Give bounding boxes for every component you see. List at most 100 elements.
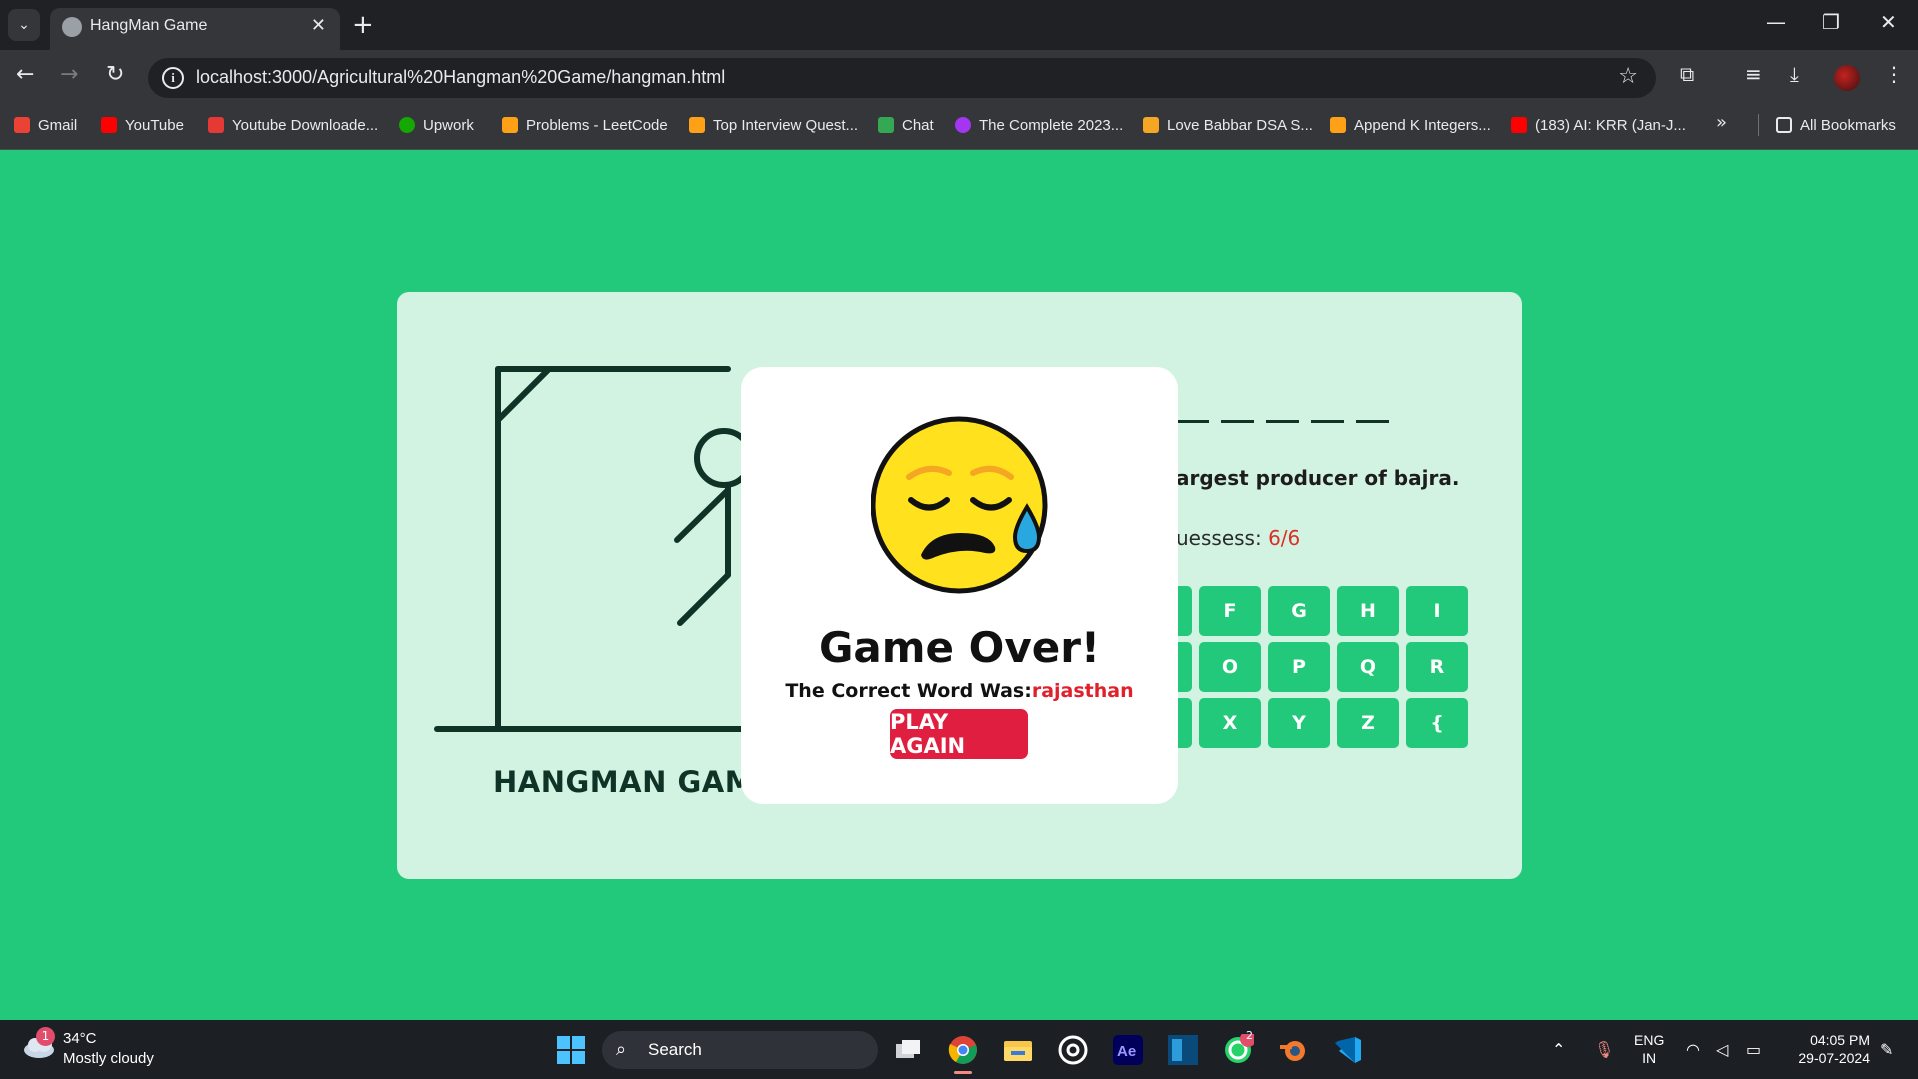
bookmark-leetcode-problems[interactable]: Problems - LeetCode (502, 114, 668, 136)
weather-badge: 1 (36, 1027, 55, 1046)
bookmark-complete-2023[interactable]: The Complete 2023... (955, 114, 1123, 136)
more-bookmarks-icon[interactable]: » (1716, 112, 1727, 133)
hangman-drawing (434, 366, 752, 732)
youtube-icon (101, 117, 117, 133)
input-language[interactable]: ENG IN (1634, 1031, 1664, 1067)
whatsapp-icon[interactable]: 2 (1220, 1029, 1256, 1068)
restore-button[interactable]: ❐ (1822, 10, 1840, 34)
incorrect-guesses: uessess: 6/6 (1176, 526, 1300, 550)
notifications-icon[interactable]: ✎ (1880, 1040, 1893, 1059)
bookmark-youtube-downloader[interactable]: Youtube Downloade... (208, 114, 378, 136)
address-bar[interactable]: i localhost:3000/Agricultural%20Hangman%… (148, 58, 1656, 98)
bookmark-star-icon[interactable]: ☆ (1618, 64, 1638, 89)
bookmark-append-k[interactable]: Append K Integers... (1330, 114, 1491, 136)
guesses-label: uessess: (1176, 526, 1269, 550)
upwork-icon (399, 117, 415, 133)
active-app-indicator (954, 1071, 972, 1074)
key-p[interactable]: P (1268, 642, 1330, 692)
bookmarks-divider (1758, 114, 1759, 136)
bookmark-upwork[interactable]: Upwork (399, 114, 474, 136)
file-explorer-icon[interactable] (1000, 1032, 1036, 1068)
key-q[interactable]: Q (1337, 642, 1399, 692)
weather-description[interactable]: Mostly cloudy (63, 1050, 154, 1067)
leetcode-icon (502, 117, 518, 133)
key-h[interactable]: H (1337, 586, 1399, 636)
media-controls-icon[interactable]: ≡ (1745, 62, 1762, 86)
tab-title: HangMan Game (90, 17, 208, 34)
wifi-icon[interactable]: ◠ (1686, 1040, 1700, 1059)
forward-icon[interactable]: → (60, 62, 78, 87)
key-r[interactable]: R (1406, 642, 1468, 692)
leetcode-icon (689, 117, 705, 133)
vscode-icon[interactable] (1330, 1032, 1366, 1068)
guesses-count: 6/6 (1268, 526, 1301, 550)
site-info-icon[interactable]: i (162, 67, 184, 89)
key-i[interactable]: I (1406, 586, 1468, 636)
hangman-left-arm (674, 487, 731, 543)
key-x[interactable]: X (1199, 698, 1261, 748)
browser-toolbar: ← → ↻ i localhost:3000/Agricultural%20Ha… (0, 50, 1918, 100)
gmail-icon (14, 117, 30, 133)
key-y[interactable]: Y (1268, 698, 1330, 748)
bookmark-gmail[interactable]: Gmail (14, 114, 77, 136)
after-effects-icon[interactable]: Ae (1110, 1032, 1146, 1068)
tab-strip: ⌄ HangMan Game ✕ + — ❐ ✕ (0, 0, 1918, 50)
profile-avatar[interactable] (1834, 65, 1860, 91)
svg-text:Ae: Ae (1117, 1043, 1136, 1060)
battery-icon[interactable]: ▭ (1746, 1040, 1761, 1059)
microphone-icon[interactable]: 🎙 (1594, 1040, 1614, 1059)
play-again-button[interactable]: PLAY AGAIN (890, 709, 1028, 759)
back-icon[interactable]: ← (16, 62, 34, 87)
minimize-button[interactable]: — (1766, 10, 1786, 34)
weather-temperature[interactable]: 34°C (63, 1030, 97, 1047)
chatgpt-icon[interactable] (1055, 1032, 1091, 1068)
game-title: HANGMAN GAME (493, 765, 775, 799)
letter-blank (1266, 420, 1299, 423)
tab-hangman[interactable]: HangMan Game ✕ (50, 8, 340, 50)
letter-blank (1221, 420, 1254, 423)
show-hidden-icons[interactable]: ⌃ (1552, 1040, 1565, 1059)
folder-icon (1776, 117, 1792, 133)
close-window-button[interactable]: ✕ (1880, 10, 1897, 34)
hangman-left-leg (677, 572, 731, 626)
letter-blank (1176, 420, 1209, 423)
key-g[interactable]: G (1268, 586, 1330, 636)
all-bookmarks[interactable]: All Bookmarks (1776, 114, 1896, 136)
youtube-icon (1511, 117, 1527, 133)
system-clock[interactable]: 04:05 PM 29-07-2024 (1786, 1031, 1870, 1067)
bookmark-youtube[interactable]: YouTube (101, 114, 184, 136)
letter-blank (1356, 420, 1389, 423)
search-icon: ⌕ (616, 1039, 627, 1060)
whatsapp-badge: 2 (1246, 1029, 1253, 1042)
bookmarks-bar: Gmail YouTube Youtube Downloade... Upwor… (0, 100, 1918, 150)
url-text[interactable]: localhost:3000/Agricultural%20Hangman%20… (196, 67, 725, 88)
globe-icon (62, 17, 82, 37)
bookmark-love-babbar[interactable]: Love Babbar DSA S... (1143, 114, 1313, 136)
intellij-icon[interactable] (1165, 1032, 1201, 1068)
keyboard: E F G H I N O P Q R W X Y Z { (1130, 586, 1537, 748)
bookmark-ai-krr[interactable]: (183) AI: KRR (Jan-J... (1511, 114, 1686, 136)
key-z[interactable]: Z (1337, 698, 1399, 748)
tab-close-icon[interactable]: ✕ (311, 15, 326, 36)
volume-icon[interactable]: ◁ (1716, 1040, 1728, 1059)
taskbar-search[interactable]: ⌕ Search (602, 1031, 878, 1069)
tab-search-button[interactable]: ⌄ (8, 9, 40, 41)
chrome-icon[interactable] (945, 1032, 981, 1068)
key-f[interactable]: F (1199, 586, 1261, 636)
bookmark-top-interview[interactable]: Top Interview Quest... (689, 114, 858, 136)
new-tab-button[interactable]: + (352, 9, 374, 41)
task-view-icon[interactable] (890, 1032, 926, 1068)
key-brace[interactable]: { (1406, 698, 1468, 748)
windows-start-icon[interactable] (553, 1032, 589, 1068)
extensions-icon[interactable]: ⧉ (1680, 62, 1694, 86)
blender-icon[interactable] (1275, 1032, 1311, 1068)
menu-icon[interactable]: ⋮ (1884, 62, 1904, 86)
game-over-modal: Game Over! The Correct Word Was:rajastha… (741, 367, 1178, 804)
reload-icon[interactable]: ↻ (106, 62, 124, 87)
key-o[interactable]: O (1199, 642, 1261, 692)
gallows-brace (495, 366, 552, 423)
sad-sweat-face-icon (871, 416, 1048, 594)
word-display (1176, 420, 1389, 423)
bookmark-chat[interactable]: Chat (878, 114, 934, 136)
downloads-icon[interactable]: ⤓ (1790, 62, 1799, 86)
